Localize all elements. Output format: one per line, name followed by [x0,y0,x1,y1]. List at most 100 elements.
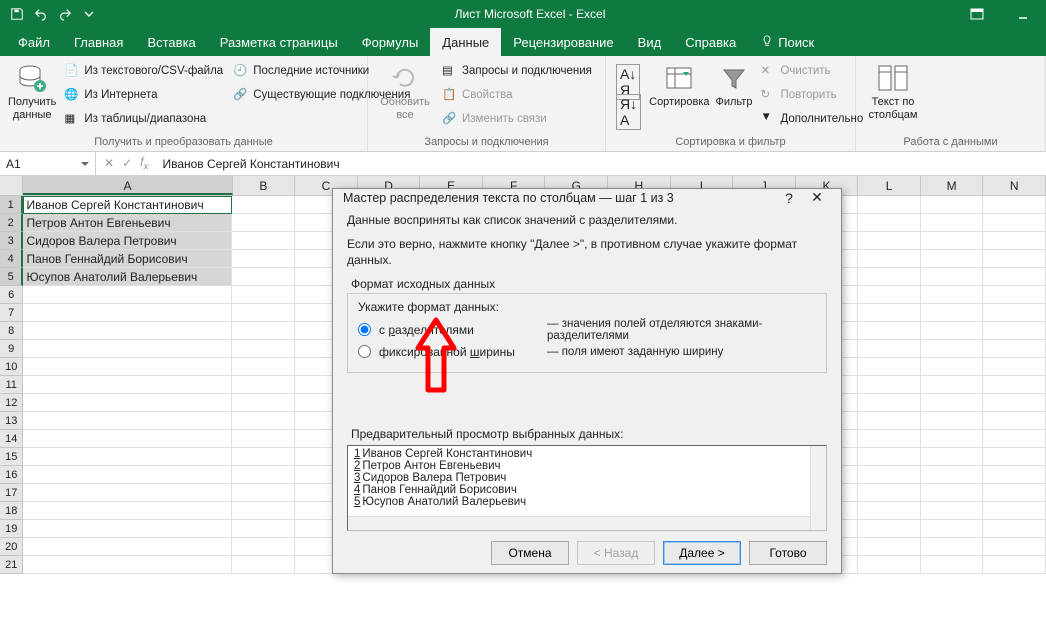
cell[interactable] [23,484,232,502]
cell[interactable] [921,358,984,376]
cell[interactable] [23,340,232,358]
tab-home[interactable]: Главная [62,28,135,56]
cell[interactable]: Иванов Сергей Константинович [23,196,232,214]
column-header[interactable]: B [233,176,296,195]
row-header[interactable]: 6 [0,286,23,304]
cell[interactable] [983,394,1046,412]
cell[interactable] [232,502,295,520]
scrollbar-vertical[interactable] [810,446,826,530]
next-button[interactable]: Далее > [663,541,741,565]
cell[interactable] [983,484,1046,502]
row-header[interactable]: 2 [0,214,23,232]
cell[interactable]: Петров Антон Евгеньевич [23,214,232,232]
cell[interactable] [232,448,295,466]
cell[interactable] [232,466,295,484]
cell[interactable] [858,322,921,340]
cell[interactable] [983,520,1046,538]
queries-connections-button[interactable]: ▤Запросы и подключения [440,60,594,82]
cell[interactable] [983,556,1046,574]
row-header[interactable]: 10 [0,358,23,376]
cell[interactable] [23,304,232,322]
cell[interactable] [858,358,921,376]
cell[interactable] [858,394,921,412]
cell[interactable] [858,502,921,520]
row-header[interactable]: 20 [0,538,23,556]
cell[interactable] [858,340,921,358]
row-header[interactable]: 18 [0,502,23,520]
cell[interactable] [232,430,295,448]
cell[interactable] [983,322,1046,340]
row-header[interactable]: 19 [0,520,23,538]
qat-customize-icon[interactable] [80,5,98,23]
cell[interactable] [858,520,921,538]
cell[interactable] [23,358,232,376]
finish-button[interactable]: Готово [749,541,827,565]
cell[interactable] [921,340,984,358]
minimize-button[interactable] [1000,0,1046,28]
cell[interactable] [983,448,1046,466]
cell[interactable] [858,232,921,250]
cell[interactable] [921,430,984,448]
row-header[interactable]: 3 [0,232,23,250]
row-header[interactable]: 5 [0,268,23,286]
select-all-corner[interactable] [0,176,23,195]
from-text-csv-button[interactable]: 📄Из текстового/CSV-файла [62,60,225,82]
column-header[interactable]: A [23,176,232,195]
cell[interactable] [983,430,1046,448]
cell[interactable] [232,394,295,412]
filter-button[interactable]: Фильтр [716,60,753,134]
cell[interactable] [232,304,295,322]
cell[interactable] [858,556,921,574]
row-header[interactable]: 9 [0,340,23,358]
cell[interactable] [232,250,295,268]
row-header[interactable]: 1 [0,196,23,214]
cell[interactable] [232,538,295,556]
cell[interactable] [232,196,295,214]
cell[interactable] [921,538,984,556]
delimited-label[interactable]: с разделителями [379,323,539,337]
cell[interactable] [232,376,295,394]
tab-help[interactable]: Справка [673,28,748,56]
cell[interactable] [23,286,232,304]
from-table-range-button[interactable]: ▦Из таблицы/диапазона [62,108,225,130]
cell[interactable] [858,430,921,448]
cell[interactable] [921,322,984,340]
cell[interactable] [23,556,232,574]
cell[interactable] [858,412,921,430]
cell[interactable] [983,412,1046,430]
cell[interactable] [23,376,232,394]
cell[interactable] [921,502,984,520]
cell[interactable] [983,304,1046,322]
cell[interactable] [921,520,984,538]
cell[interactable] [23,502,232,520]
tab-page-layout[interactable]: Разметка страницы [208,28,350,56]
cell[interactable]: Юсупов Анатолий Валерьевич [23,268,232,286]
cell[interactable] [858,538,921,556]
cancel-button[interactable]: Отмена [491,541,569,565]
cell[interactable] [232,520,295,538]
cell[interactable] [232,268,295,286]
cell[interactable] [858,196,921,214]
tab-formulas[interactable]: Формулы [350,28,431,56]
help-button[interactable]: ? [775,190,803,206]
close-button[interactable]: ✕ [803,189,831,206]
cell[interactable] [858,214,921,232]
cell[interactable] [983,538,1046,556]
cell[interactable] [983,466,1046,484]
tell-me-search[interactable]: Поиск [748,28,826,56]
sort-asc-button[interactable]: А↓Я [614,67,643,97]
cell[interactable] [921,268,984,286]
fixed-width-radio[interactable] [358,345,371,358]
cell[interactable] [921,394,984,412]
cell[interactable] [921,286,984,304]
cell[interactable] [232,286,295,304]
ribbon-display-options-icon[interactable] [954,0,1000,28]
cell[interactable] [921,376,984,394]
cell[interactable] [921,196,984,214]
row-header[interactable]: 12 [0,394,23,412]
cell[interactable] [232,322,295,340]
cell[interactable] [232,358,295,376]
row-header[interactable]: 15 [0,448,23,466]
cell[interactable] [23,448,232,466]
row-header[interactable]: 11 [0,376,23,394]
